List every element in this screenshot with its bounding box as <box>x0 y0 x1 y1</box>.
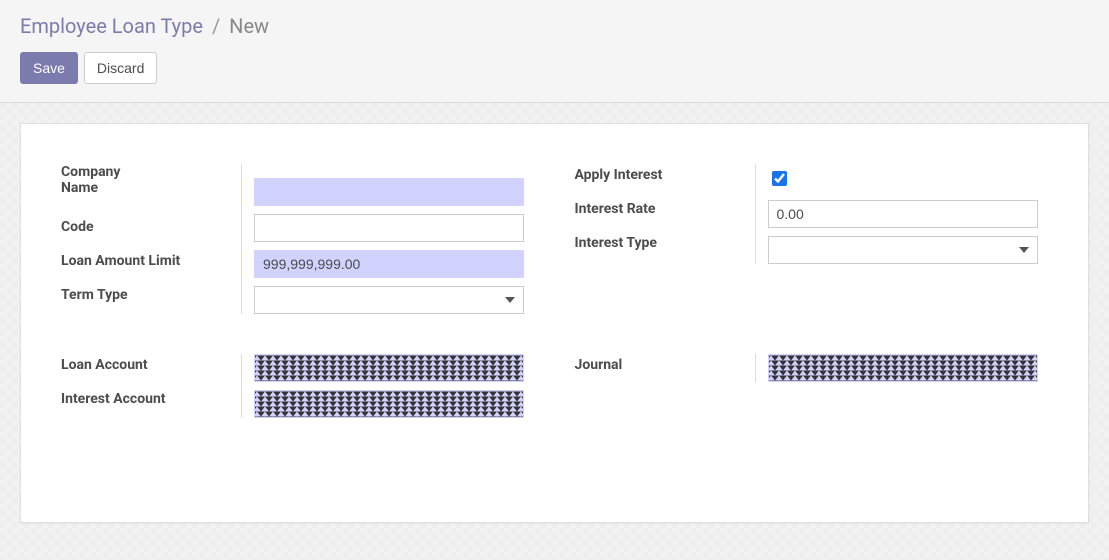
loan-amount-limit-label: Loan Amount Limit <box>61 250 229 272</box>
form-col-left-1: Company Name Code Loan Amount Limit Term… <box>61 164 535 354</box>
content-wrap: Company Name Code Loan Amount Limit Term… <box>0 103 1109 543</box>
header-area: Employee Loan Type / New Save Discard <box>0 0 1109 103</box>
loan-amount-limit-input[interactable] <box>254 250 524 278</box>
form-col-right-1: Apply Interest Interest Rate Interest Ty… <box>575 164 1049 354</box>
inputs-col <box>241 164 535 314</box>
inputs-col <box>755 354 1049 382</box>
term-type-label: Term Type <box>61 284 229 306</box>
loan-account-label: Loan Account <box>61 354 229 376</box>
labels-col: Journal <box>575 354 755 382</box>
interest-account-label: Interest Account <box>61 388 229 410</box>
interest-rate-input[interactable] <box>768 200 1038 228</box>
form-col-right-2: Journal <box>575 354 1049 458</box>
group-accounts: Loan Account Interest Account <box>61 354 535 418</box>
form-row-1: Company Name Code Loan Amount Limit Term… <box>61 164 1048 354</box>
action-bar: Save Discard <box>20 52 1089 84</box>
breadcrumb-separator: / <box>212 14 220 38</box>
form-col-left-2: Loan Account Interest Account <box>61 354 535 458</box>
inputs-col <box>241 354 535 418</box>
code-label: Code <box>61 216 229 238</box>
company-name-input[interactable] <box>254 178 524 206</box>
journal-select[interactable] <box>768 354 1038 382</box>
apply-interest-checkbox[interactable] <box>772 171 787 186</box>
group-basic: Company Name Code Loan Amount Limit Term… <box>61 164 535 314</box>
labels-col: Apply Interest Interest Rate Interest Ty… <box>575 164 755 264</box>
group-journal: Journal <box>575 354 1049 382</box>
breadcrumb-root[interactable]: Employee Loan Type <box>20 14 203 38</box>
discard-button[interactable]: Discard <box>84 52 157 84</box>
interest-rate-label: Interest Rate <box>575 198 743 220</box>
labels-col: Company Name Code Loan Amount Limit Term… <box>61 164 241 314</box>
company-name-label: Company Name <box>61 164 229 204</box>
group-interest: Apply Interest Interest Rate Interest Ty… <box>575 164 1049 264</box>
save-button[interactable]: Save <box>20 52 78 84</box>
loan-account-select[interactable] <box>254 354 524 382</box>
interest-type-label: Interest Type <box>575 232 743 254</box>
journal-label: Journal <box>575 354 743 376</box>
interest-account-select[interactable] <box>254 390 524 418</box>
breadcrumb-leaf: New <box>229 14 269 38</box>
apply-interest-label: Apply Interest <box>575 164 743 186</box>
form-row-2: Loan Account Interest Account Journal <box>61 354 1048 458</box>
code-input[interactable] <box>254 214 524 242</box>
inputs-col <box>755 164 1049 264</box>
form-sheet: Company Name Code Loan Amount Limit Term… <box>20 123 1089 523</box>
interest-type-select[interactable] <box>768 236 1038 264</box>
term-type-select[interactable] <box>254 286 524 314</box>
breadcrumb: Employee Loan Type / New <box>20 14 1089 38</box>
labels-col: Loan Account Interest Account <box>61 354 241 418</box>
